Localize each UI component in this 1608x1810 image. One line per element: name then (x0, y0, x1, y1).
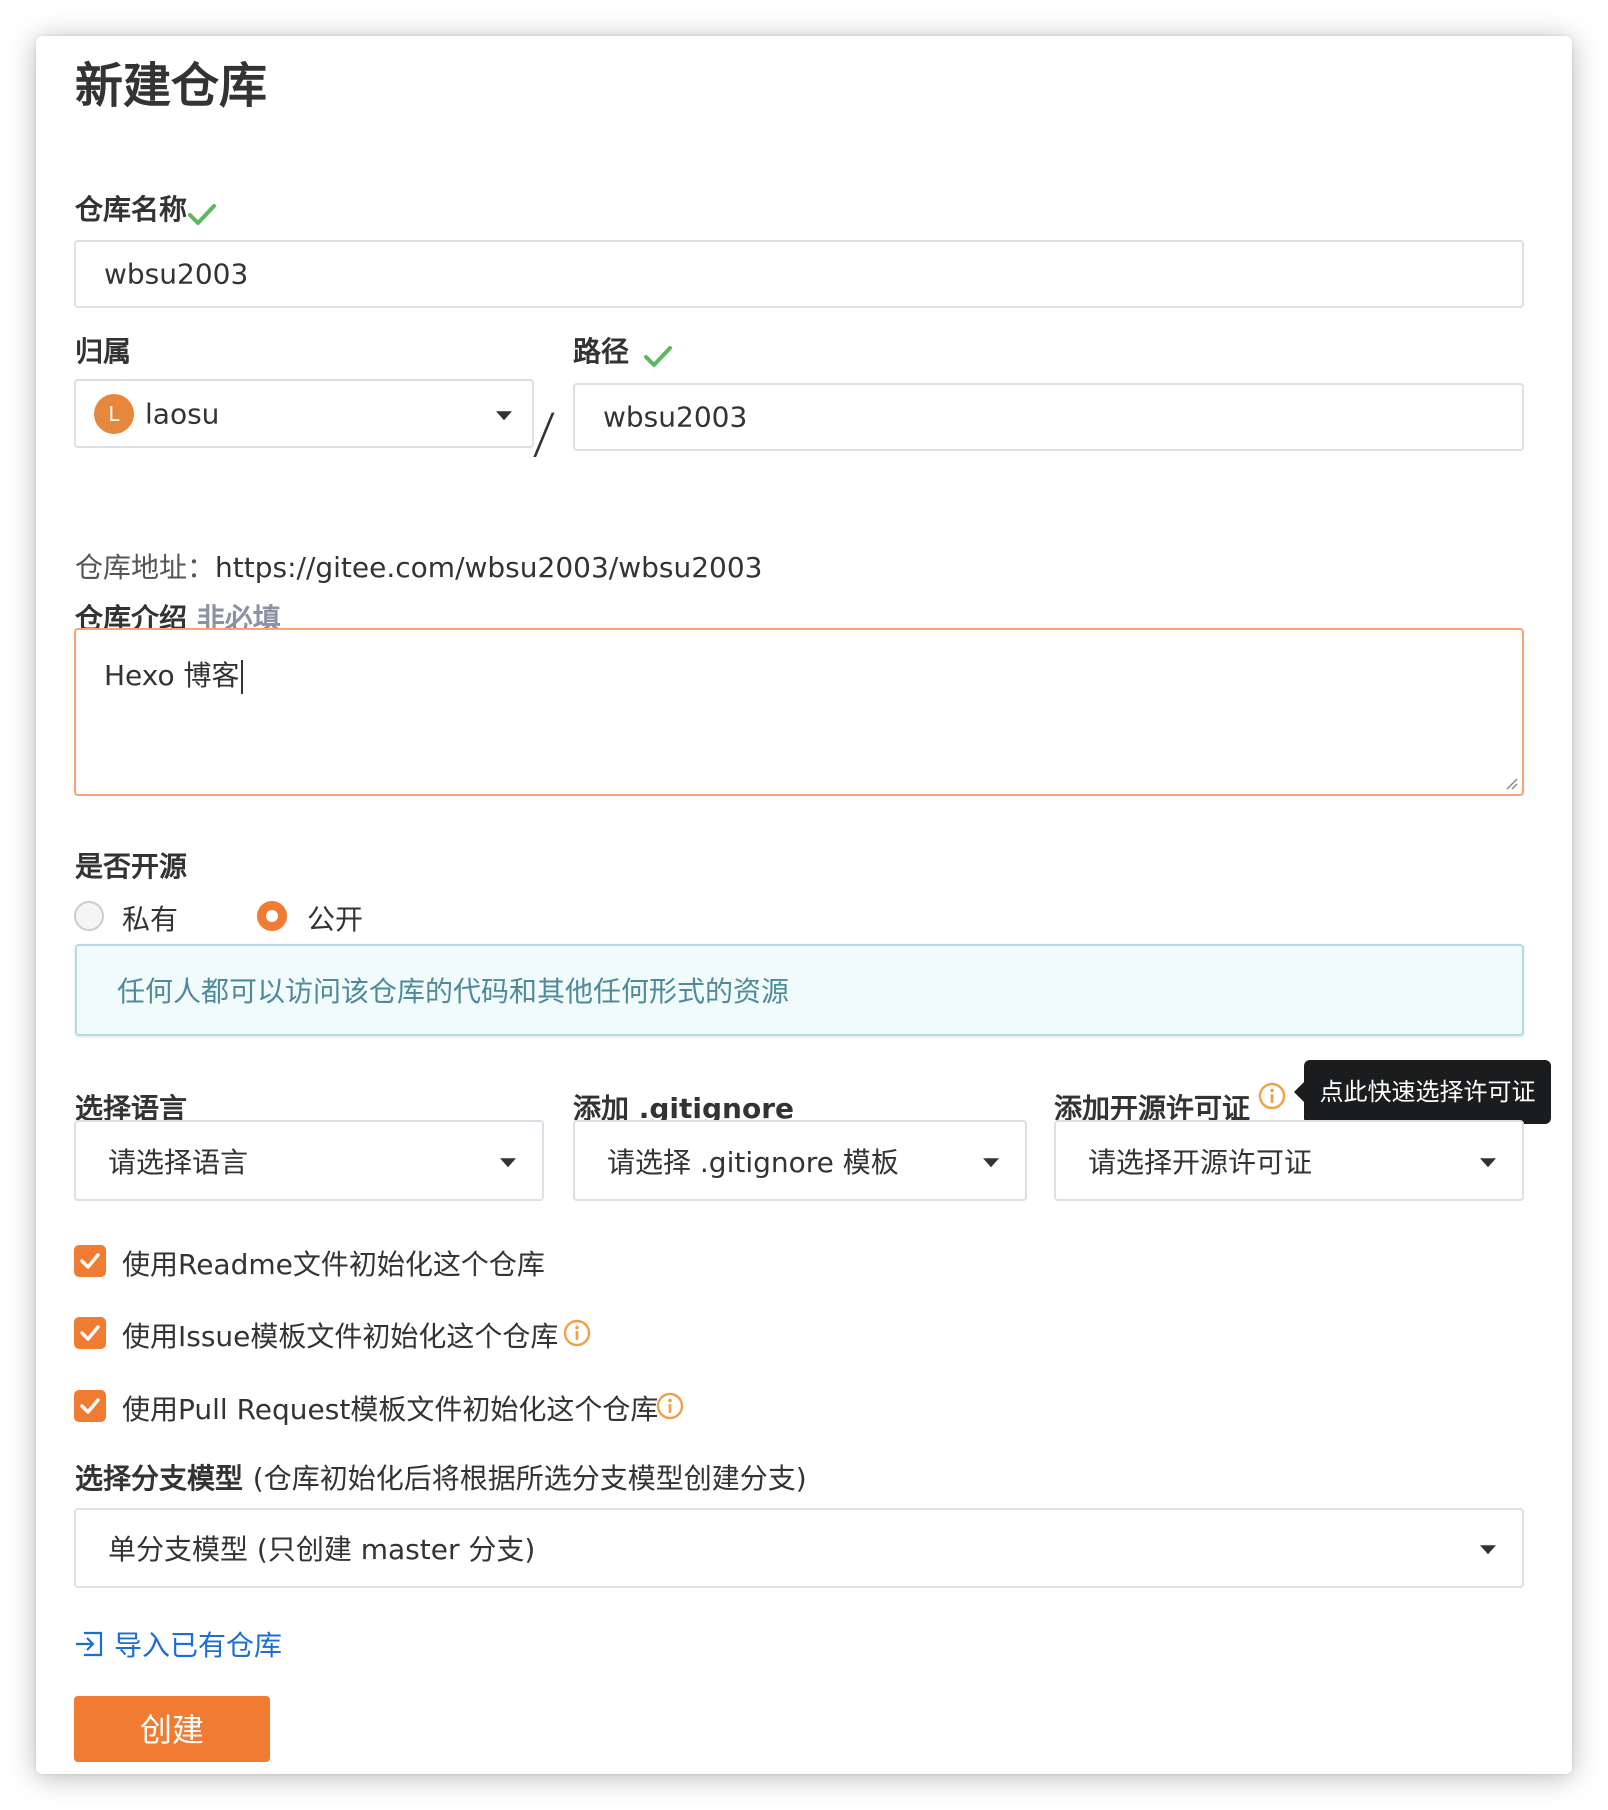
radio-public[interactable] (257, 901, 287, 931)
repo-address-url: https://gitee.com/wbsu2003/wbsu2003 (215, 551, 763, 584)
gitignore-select[interactable]: 请选择 .gitignore 模板 (573, 1120, 1027, 1201)
visibility-notice: 任何人都可以访问该仓库的代码和其他任何形式的资源 (75, 944, 1524, 1036)
checkbox-issue-template[interactable] (74, 1317, 106, 1349)
path-value: wbsu2003 (603, 400, 748, 434)
new-repo-card: 新建仓库 仓库名称 wbsu2003 归属 L laosu / 路径 wbsu2… (36, 36, 1572, 1774)
checkbox-pr-template[interactable] (74, 1390, 106, 1422)
pr-template-info-icon[interactable] (656, 1392, 684, 1420)
owner-select[interactable]: L laosu (74, 379, 534, 448)
checkbox-readme[interactable] (74, 1245, 106, 1277)
import-repo-link[interactable]: 导入已有仓库 (74, 1624, 282, 1664)
chevron-down-icon (1480, 1157, 1496, 1167)
import-repo-label: 导入已有仓库 (114, 1629, 283, 1662)
path-input[interactable]: wbsu2003 (573, 383, 1524, 451)
chevron-down-icon (500, 1157, 516, 1167)
resize-handle-icon[interactable] (1504, 776, 1518, 790)
chevron-down-icon (983, 1157, 999, 1167)
path-label: 路径 (573, 335, 630, 368)
radio-public-label[interactable]: 公开 (307, 898, 363, 938)
radio-private-label[interactable]: 私有 (122, 898, 178, 938)
repo-address-prefix: 仓库地址： (75, 551, 216, 584)
path-valid-check-icon (644, 346, 672, 367)
repo-address: 仓库地址：https://gitee.com/wbsu2003/wbsu2003 (75, 546, 762, 586)
page-title: 新建仓库 (75, 58, 268, 114)
repo-name-input[interactable]: wbsu2003 (74, 240, 1524, 308)
checkmark-icon (80, 1398, 100, 1414)
visibility-label: 是否开源 (75, 850, 188, 883)
branch-model-value: 单分支模型 (只创建 master 分支) (108, 1533, 536, 1566)
repo-name-valid-check-icon (188, 204, 216, 225)
license-info-icon[interactable] (1258, 1082, 1286, 1110)
owner-path-separator: / (531, 402, 557, 465)
language-placeholder: 请选择语言 (108, 1145, 249, 1179)
license-placeholder: 请选择开源许可证 (1088, 1145, 1313, 1179)
import-icon (76, 1631, 103, 1657)
gitignore-placeholder: 请选择 .gitignore 模板 (607, 1145, 899, 1179)
owner-label: 归属 (75, 335, 132, 368)
radio-private[interactable] (74, 901, 104, 931)
chevron-down-icon (1480, 1545, 1496, 1555)
branch-model-hint: (仓库初始化后将根据所选分支模型创建分支) (252, 1462, 807, 1495)
description-text: Hexo 博客 (104, 654, 243, 694)
text-cursor (240, 660, 243, 694)
branch-model-label: 选择分支模型 (仓库初始化后将根据所选分支模型创建分支) (75, 1462, 807, 1496)
repo-name-value: wbsu2003 (104, 257, 249, 291)
owner-value: laosu (145, 397, 220, 430)
repo-name-label: 仓库名称 (75, 193, 188, 226)
checkbox-readme-label[interactable]: 使用Readme文件初始化这个仓库 (122, 1243, 545, 1283)
checkbox-issue-template-label[interactable]: 使用Issue模板文件初始化这个仓库 (122, 1315, 558, 1355)
visibility-notice-text: 任何人都可以访问该仓库的代码和其他任何形式的资源 (117, 975, 790, 1008)
checkmark-icon (80, 1253, 100, 1269)
license-select[interactable]: 请选择开源许可证 (1054, 1120, 1524, 1201)
description-textarea[interactable]: Hexo 博客 (74, 628, 1524, 796)
branch-model-label-text: 选择分支模型 (75, 1462, 244, 1495)
chevron-down-icon (496, 410, 512, 420)
avatar: L (94, 393, 134, 434)
license-tooltip: 点此快速选择许可证 (1294, 1060, 1551, 1124)
language-select[interactable]: 请选择语言 (74, 1120, 544, 1201)
checkmark-icon (80, 1325, 100, 1341)
branch-model-select[interactable]: 单分支模型 (只创建 master 分支) (74, 1508, 1524, 1588)
description-value: Hexo 博客 (104, 659, 240, 692)
checkbox-pr-template-label[interactable]: 使用Pull Request模板文件初始化这个仓库 (122, 1388, 658, 1428)
issue-template-info-icon[interactable] (563, 1319, 591, 1347)
create-button[interactable]: 创建 (74, 1696, 270, 1762)
